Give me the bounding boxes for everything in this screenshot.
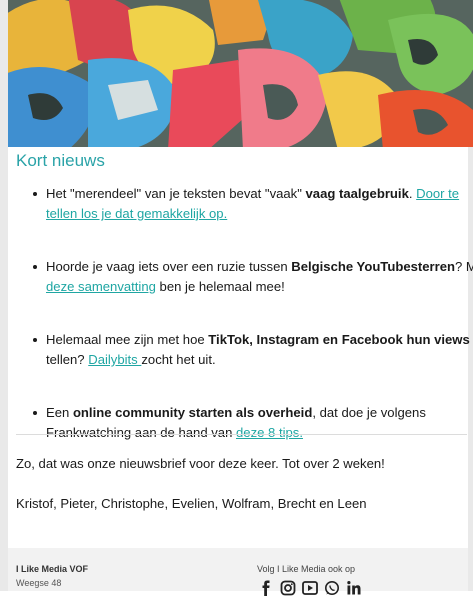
news-item: Het "merendeel" van je teksten bevat "va…: [33, 184, 473, 224]
divider: [16, 434, 467, 435]
footer-company: I Like Media VOF: [16, 564, 89, 574]
news-text: Een: [46, 405, 73, 420]
news-item: Hoorde je vaag iets over een ruzie tusse…: [33, 257, 473, 297]
news-text: Het "merendeel" van je teksten bevat "va…: [46, 186, 306, 201]
news-text: zocht het uit.: [141, 352, 216, 367]
hero-image: [8, 0, 473, 147]
news-text: Helemaal mee zijn met hoe: [46, 332, 209, 347]
footer-follow-label: Volg I Like Media ook op: [257, 564, 356, 574]
news-item: Helemaal mee zijn met hoe TikTok, Instag…: [33, 330, 473, 370]
section-title: Kort nieuws: [16, 151, 105, 170]
news-link[interactable]: deze samenvatting: [46, 279, 156, 294]
news-text: tellen?: [46, 352, 89, 367]
news-item: Een online community starten als overhei…: [33, 403, 473, 443]
facebook-icon[interactable]: [258, 580, 274, 596]
news-list: Het "merendeel" van je teksten bevat "va…: [16, 184, 473, 476]
footer-address: Weegse 48: [16, 578, 62, 588]
news-text: Hoorde je vaag iets over een ruzie tusse…: [46, 259, 292, 274]
closing-text: Zo, dat was onze nieuwsbrief voor deze k…: [16, 456, 385, 471]
social-links: [258, 580, 362, 596]
left-frame: [0, 0, 8, 591]
news-link[interactable]: Dailybits: [88, 352, 141, 367]
news-highlight: TikTok, Instagram en Facebook hun views: [208, 332, 470, 347]
footer: I Like Media VOF Weegse 48 Volg I Like M…: [8, 548, 468, 596]
news-text: ben je helemaal mee!: [155, 279, 285, 294]
news-highlight: Belgische YouTubesterren: [291, 259, 456, 274]
instagram-icon[interactable]: [280, 580, 296, 596]
news-link[interactable]: deze 8 tips.: [236, 425, 303, 440]
signoff-names: Kristof, Pieter, Christophe, Evelien, Wo…: [16, 496, 367, 511]
news-text: ? Met: [455, 259, 473, 274]
whatsapp-icon[interactable]: [324, 580, 340, 596]
youtube-icon[interactable]: [302, 580, 318, 596]
news-highlight: online community starten als overheid: [72, 405, 313, 420]
news-highlight: vaag taalgebruik: [305, 186, 409, 201]
linkedin-icon[interactable]: [346, 580, 362, 596]
foam-numbers-illustration: [8, 0, 473, 147]
